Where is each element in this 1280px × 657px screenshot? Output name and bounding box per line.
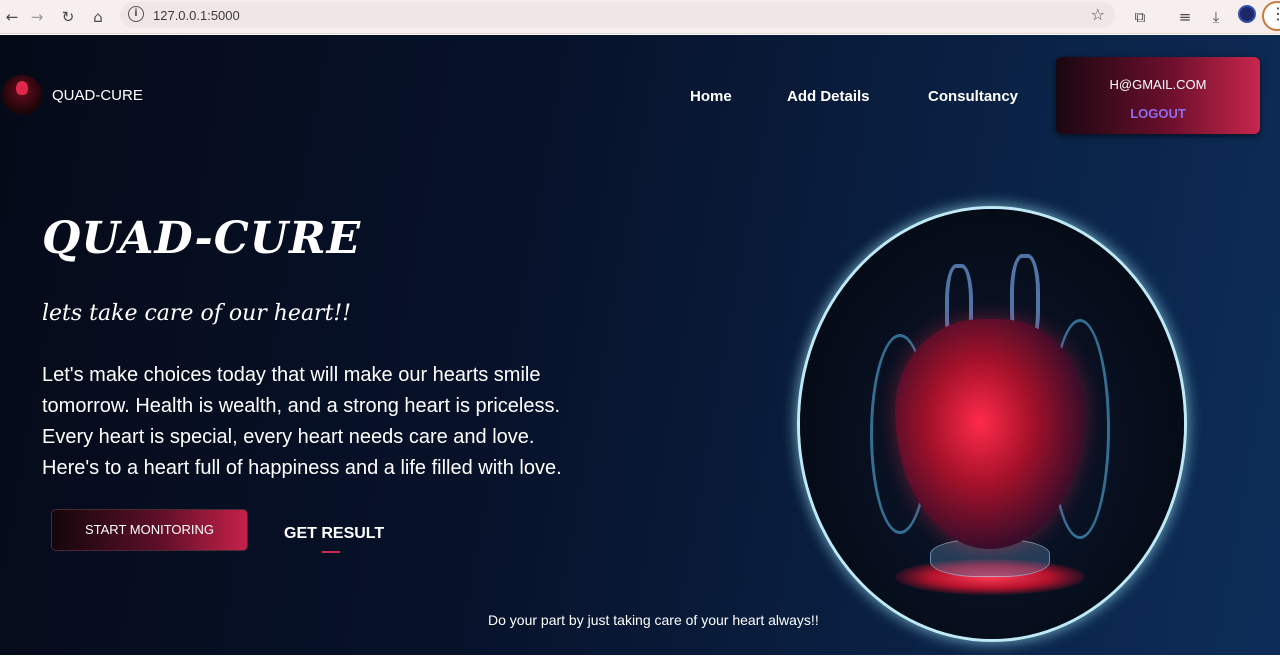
start-monitoring-button[interactable]: START MONITORING bbox=[51, 509, 248, 551]
home-icon[interactable]: ⌂ bbox=[86, 5, 110, 29]
browser-toolbar: ← → ↻ ⌂ i 127.0.0.1:5000 ☆ ⧉ ≡ ⤓ ⋮ bbox=[0, 0, 1280, 34]
logo[interactable] bbox=[2, 75, 42, 115]
hero-line: Let's make choices today that will make … bbox=[42, 364, 541, 386]
page: QUAD-CURE Home Add Details Consultancy H… bbox=[0, 35, 1280, 655]
download-icon[interactable]: ⤓ bbox=[1204, 5, 1228, 29]
heart-icon bbox=[16, 81, 28, 95]
back-icon[interactable]: ← bbox=[0, 5, 24, 29]
brand-name[interactable]: QUAD-CURE bbox=[52, 87, 143, 104]
reload-icon[interactable]: ↻ bbox=[56, 5, 80, 29]
get-result-underline bbox=[322, 551, 340, 553]
menu-icon[interactable]: ⋮ bbox=[1262, 1, 1280, 31]
nav-add-details[interactable]: Add Details bbox=[787, 88, 870, 105]
logout-button[interactable]: LOGOUT bbox=[1056, 106, 1260, 121]
info-icon[interactable]: i bbox=[128, 6, 144, 22]
address-bar[interactable]: i 127.0.0.1:5000 ☆ bbox=[120, 2, 1115, 28]
hero-subtitle: lets take care of our heart!! bbox=[42, 301, 352, 326]
url-text[interactable]: 127.0.0.1:5000 bbox=[153, 8, 240, 23]
extensions-icon[interactable]: ⧉ bbox=[1128, 5, 1152, 29]
hero-title: QUAD-CURE bbox=[42, 213, 362, 264]
profile-icon[interactable] bbox=[1238, 5, 1256, 23]
nav-consultancy[interactable]: Consultancy bbox=[928, 88, 1018, 105]
hero-line: Every heart is special, every heart need… bbox=[42, 426, 535, 448]
star-icon[interactable]: ☆ bbox=[1091, 5, 1105, 24]
hero-line: Here's to a heart full of happiness and … bbox=[42, 457, 562, 479]
account-email: H@GMAIL.COM bbox=[1109, 77, 1207, 92]
hero-description: Let's make choices today that will make … bbox=[42, 360, 602, 484]
media-icon[interactable]: ≡ bbox=[1173, 5, 1197, 29]
hero-line: tomorrow. Health is wealth, and a strong… bbox=[42, 395, 561, 417]
nav-home[interactable]: Home bbox=[690, 88, 732, 105]
heart-image bbox=[800, 209, 1184, 639]
forward-icon[interactable]: → bbox=[25, 5, 49, 29]
get-result-button[interactable]: GET RESULT bbox=[284, 525, 384, 543]
account-card: H@GMAIL.COM LOGOUT bbox=[1056, 57, 1260, 134]
heart-body bbox=[895, 319, 1085, 549]
footer-note: Do your part by just taking care of your… bbox=[488, 612, 819, 628]
